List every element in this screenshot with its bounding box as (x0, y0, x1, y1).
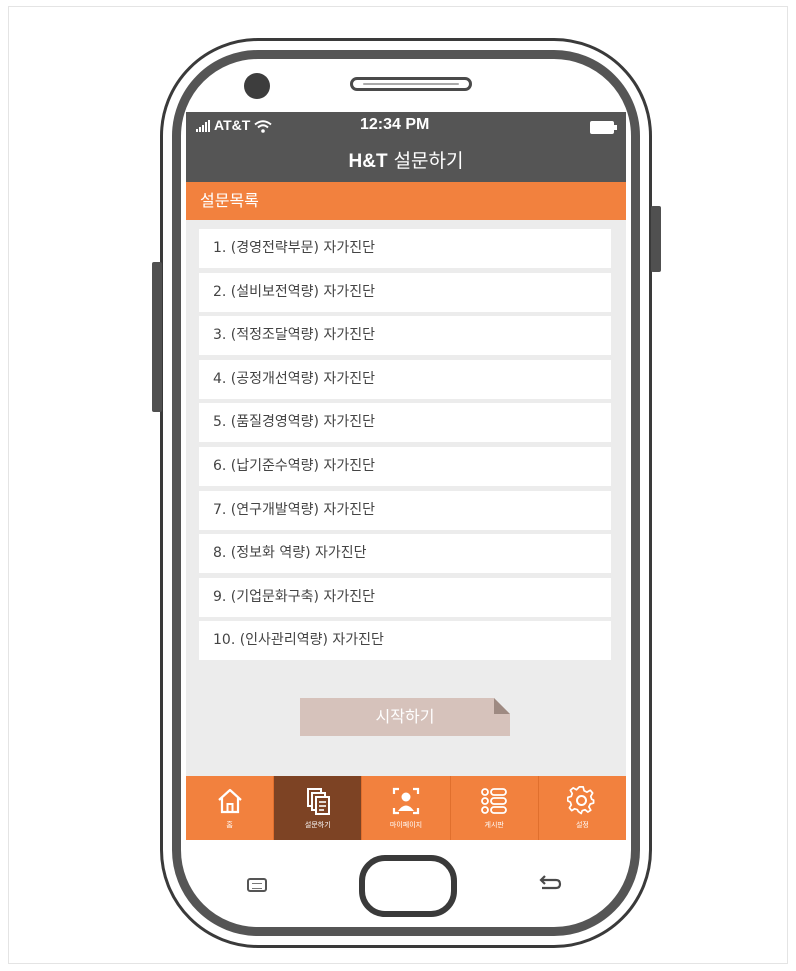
app-title-bar: H&T 설문하기 (186, 140, 626, 182)
phone-screen: AT&T 12:34 PM H&T 설문하기 설문목록 1. (경영전략부문) 자… (186, 112, 626, 840)
gear-icon (567, 786, 595, 815)
survey-item-9[interactable]: 9. (기업문화구축) 자가진단 (199, 577, 611, 617)
survey-item-6[interactable]: 6. (납기준수역량) 자가진단 (199, 446, 611, 486)
survey-item-5[interactable]: 5. (품질경영역량) 자가진단 (199, 403, 611, 443)
camera-icon (244, 73, 270, 99)
status-time: 12:34 PM (360, 116, 430, 133)
survey-item-4[interactable]: 4. (공정개선역량) 자가진단 (199, 359, 611, 399)
start-button[interactable]: 시작하기 (300, 698, 510, 736)
status-carrier: AT&T (196, 117, 272, 133)
survey-item-8[interactable]: 8. (정보화 역량) 자가진단 (199, 534, 611, 574)
nav-item-survey[interactable]: 설문하기 (274, 776, 363, 840)
nav-label-home: 홈 (226, 821, 233, 829)
nav-label-board: 게시판 (484, 821, 504, 829)
volume-button[interactable] (152, 262, 162, 412)
speaker-grille (350, 77, 472, 91)
signal-icon (196, 120, 210, 133)
list-icon (481, 788, 508, 814)
home-key[interactable] (359, 855, 457, 917)
back-key-icon[interactable] (536, 874, 562, 894)
carrier-label: AT&T (214, 117, 251, 133)
power-button[interactable] (651, 206, 661, 272)
start-button-corner (494, 698, 510, 714)
survey-list: 1. (경영전략부문) 자가진단 2. (설비보전역량) 자가진단 3. (적정… (199, 229, 611, 665)
nav-item-home[interactable]: 홈 (186, 776, 275, 840)
documents-icon (306, 788, 330, 815)
nav-label-settings: 설정 (575, 821, 589, 829)
menu-key-icon[interactable] (247, 878, 267, 892)
nav-item-settings[interactable]: 설정 (539, 776, 626, 840)
bottom-nav: 홈 설문하기 마이페이지 게시판 설정 (186, 776, 626, 840)
survey-item-7[interactable]: 7. (연구개발역량) 자가진단 (199, 490, 611, 530)
user-icon (392, 787, 420, 815)
nav-label-mypage: 마이페이지 (389, 821, 423, 829)
survey-item-3[interactable]: 3. (적정조달역량) 자가진단 (199, 316, 611, 356)
nav-item-mypage[interactable]: 마이페이지 (362, 776, 451, 840)
home-icon (217, 788, 242, 814)
survey-item-1[interactable]: 1. (경영전략부문) 자가진단 (199, 229, 611, 268)
status-bar: AT&T 12:34 PM (186, 112, 626, 140)
battery-icon (590, 121, 617, 134)
wifi-icon (254, 120, 272, 133)
section-title: 설문목록 (186, 182, 626, 220)
nav-label-survey: 설문하기 (304, 821, 331, 829)
page-title: 설문하기 (393, 150, 464, 172)
app-brand: H&T (348, 151, 388, 172)
survey-item-10[interactable]: 10. (인사관리역량) 자가진단 (199, 621, 611, 661)
survey-item-2[interactable]: 2. (설비보전역량) 자가진단 (199, 272, 611, 312)
nav-item-board[interactable]: 게시판 (451, 776, 539, 840)
